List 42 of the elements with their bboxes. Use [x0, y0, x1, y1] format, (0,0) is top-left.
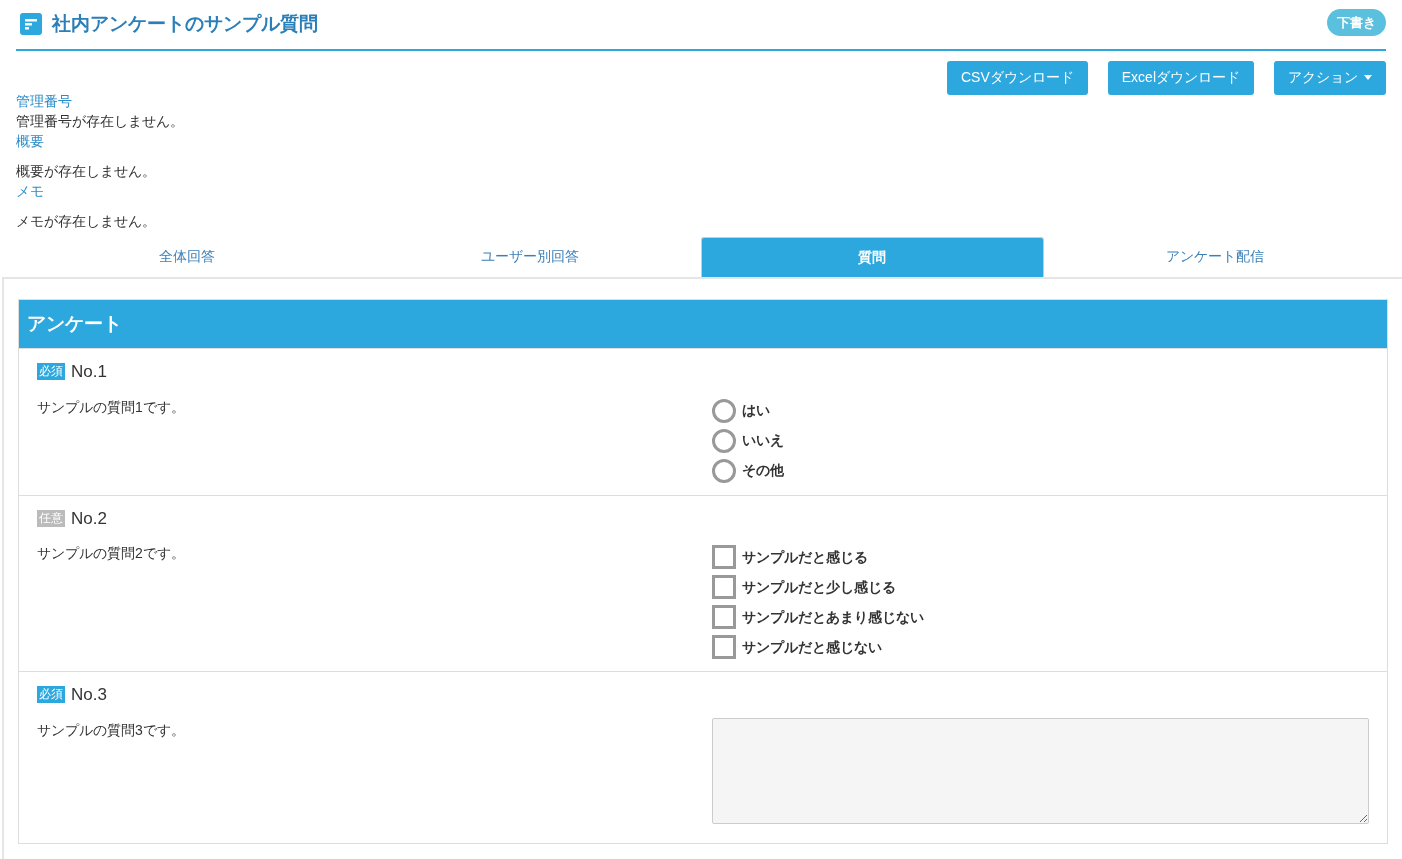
status-badge: 下書き [1327, 8, 1386, 36]
option-label: サンプルだと感じない [742, 637, 882, 657]
tab[interactable]: 全体回答 [16, 236, 359, 277]
option-label: いいえ [742, 431, 784, 450]
question-number: No.3 [71, 684, 107, 706]
optional-badge: 任意 [37, 509, 65, 527]
tab[interactable]: ユーザー別回答 [358, 236, 701, 277]
field-label: 概要 [16, 131, 44, 151]
field-label: 管理番号 [16, 91, 72, 111]
radio-button[interactable] [712, 428, 736, 453]
question-text: サンプルの質問2です。 [37, 544, 185, 563]
field-label: メモ [16, 181, 44, 201]
option-label: サンプルだと感じる [742, 547, 868, 567]
field-value: 概要が存在しません。 [16, 161, 156, 181]
question-text: サンプルの質問3です。 [37, 720, 185, 740]
caret-icon [1364, 75, 1372, 80]
tab[interactable]: アンケート配信 [1043, 236, 1386, 277]
question-number: No.2 [71, 507, 107, 530]
download-button[interactable]: Excelダウンロード [1107, 60, 1254, 95]
download-button[interactable]: CSVダウンロード [946, 60, 1088, 95]
tab[interactable]: 質問 [701, 236, 1044, 277]
question-text: サンプルの質問1です。 [37, 397, 185, 417]
option-label: はい [742, 401, 770, 420]
checkbox[interactable] [712, 635, 736, 659]
option-label: サンプルだとあまり感じない [742, 607, 924, 627]
required-badge: 必須 [37, 686, 65, 704]
radio-button[interactable] [712, 398, 736, 423]
option-label: その他 [742, 461, 784, 480]
answer-box[interactable] [712, 717, 1369, 824]
checkbox[interactable] [712, 575, 736, 599]
radio-button[interactable] [712, 458, 736, 483]
field-value: メモが存在しません。 [16, 211, 156, 231]
page-title: 社内アンケートのサンプル質問 [52, 12, 318, 36]
action-dropdown-button[interactable]: アクション [1274, 60, 1386, 95]
required-badge: 必須 [37, 363, 65, 381]
checkbox[interactable] [712, 545, 736, 569]
checkbox[interactable] [712, 605, 736, 629]
survey-header: アンケート [19, 299, 1387, 348]
field-value: 管理番号が存在しません。 [16, 111, 184, 131]
option-label: サンプルだと少し感じる [742, 577, 896, 597]
question-number: No.1 [71, 361, 107, 383]
form-icon [20, 13, 42, 36]
